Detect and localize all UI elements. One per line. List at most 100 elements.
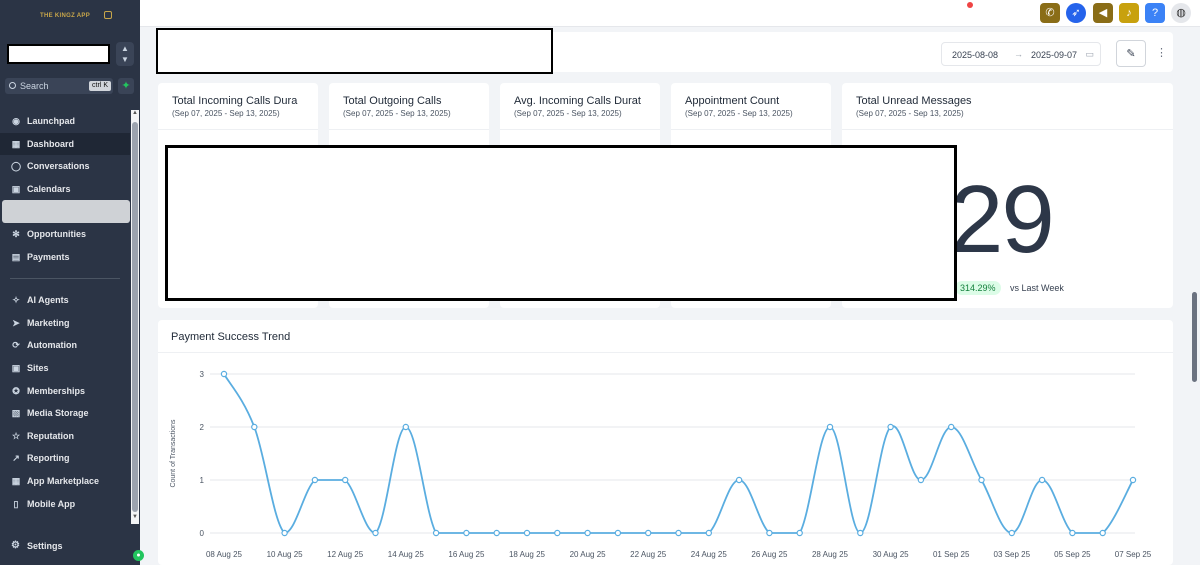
quick-action-icon[interactable]: ✦ xyxy=(118,78,134,94)
data-point xyxy=(705,529,713,537)
sidebar-item-settings[interactable]: ⚙ Settings xyxy=(0,535,130,557)
trend-label: vs Last Week xyxy=(1010,283,1064,293)
data-point xyxy=(584,529,591,537)
stat-range: (Sep 07, 2025 - Sep 13, 2025) xyxy=(514,109,622,118)
sidebar-item-calendars[interactable]: ▣ Calendars xyxy=(0,178,130,201)
date-range-picker[interactable]: 2025-08-08 → 2025-09-07 ▭ xyxy=(941,42,1101,66)
data-point xyxy=(614,529,622,537)
data-point xyxy=(463,529,470,537)
search-icon xyxy=(9,82,16,89)
data-point xyxy=(372,529,379,537)
arrow-right-icon: → xyxy=(1014,49,1023,59)
sidebar-item-label: Reputation xyxy=(27,430,74,441)
sites-icon: ▣ xyxy=(11,362,21,373)
page-scroll-thumb[interactable] xyxy=(1192,292,1197,382)
dashboard-title-redacted xyxy=(156,28,553,74)
x-tick-label: 07 Sep 25 xyxy=(1115,550,1152,559)
y-tick-label: 2 xyxy=(200,423,205,432)
notification-badge xyxy=(967,2,973,8)
sidebar-item-reputation[interactable]: ☆ Reputation xyxy=(0,425,130,448)
more-options-icon[interactable]: ⋮ xyxy=(1156,46,1167,59)
scroll-down-icon[interactable]: ▼ xyxy=(131,514,139,520)
date-start: 2025-08-08 xyxy=(952,50,999,60)
unread-messages-value: 29 xyxy=(950,166,1055,273)
data-point xyxy=(978,476,985,484)
data-point xyxy=(735,476,743,484)
divider xyxy=(158,129,318,130)
bell-icon[interactable]: ♪ xyxy=(1119,3,1139,23)
sidebar: THE KINGZ APP ▲ ▼ Search ctrl K ✦ ◉ Launch… xyxy=(0,0,140,565)
help-icon[interactable]: ? xyxy=(1145,3,1165,23)
trend-badge: 314.29% xyxy=(955,281,1001,295)
stat-range: (Sep 07, 2025 - Sep 13, 2025) xyxy=(172,109,280,118)
sidebar-item-label: Automation xyxy=(27,340,77,351)
megaphone-icon[interactable]: ◀ xyxy=(1093,3,1113,23)
stats-redacted-area xyxy=(165,145,957,301)
launchpad-icon: ◉ xyxy=(12,116,20,126)
data-point xyxy=(311,476,319,484)
sidebar-item-conversations[interactable]: ◯ Conversations xyxy=(0,155,130,178)
search-input[interactable]: Search ctrl K xyxy=(5,78,113,94)
divider xyxy=(329,129,489,130)
sidebar-item-label: Payments xyxy=(27,251,70,262)
reputation-icon: ☆ xyxy=(11,430,21,441)
status-dot-icon[interactable]: ● xyxy=(133,550,144,561)
x-tick-label: 24 Aug 25 xyxy=(691,550,728,559)
sidebar-item-label: Sites xyxy=(27,362,49,373)
sidebar-item-opportunities[interactable]: ✻ Opportunities xyxy=(0,223,130,246)
sidebar-item-label: AI Agents xyxy=(27,295,69,306)
sidebar-item-launchpad[interactable]: ◉ Launchpad xyxy=(0,110,130,133)
reporting-icon: ↗ xyxy=(12,453,20,464)
scroll-up-icon[interactable]: ▲ xyxy=(131,110,139,116)
pencil-icon: ✎ xyxy=(1126,48,1136,60)
x-tick-label: 20 Aug 25 xyxy=(570,550,607,559)
divider xyxy=(842,129,1173,130)
sidebar-item-marketing[interactable]: ➤ Marketing xyxy=(0,312,130,335)
data-point xyxy=(645,529,652,537)
data-point xyxy=(554,529,561,537)
media-storage-icon: ▧ xyxy=(11,408,21,419)
payments-icon: ▤ xyxy=(11,251,21,262)
y-axis-label: Count of Transactions xyxy=(170,419,177,488)
stat-title: Appointment Count xyxy=(685,95,780,107)
ai-agents-icon: ✧ xyxy=(12,295,20,306)
sidebar-item-reporting[interactable]: ↗ Reporting xyxy=(0,447,130,470)
stat-range: (Sep 07, 2025 - Sep 13, 2025) xyxy=(856,109,964,118)
avatar[interactable]: ◍ xyxy=(1171,3,1191,23)
x-tick-label: 26 Aug 25 xyxy=(751,550,788,559)
data-point xyxy=(251,423,258,431)
sidebar-divider xyxy=(10,278,120,280)
data-point xyxy=(493,529,500,537)
sidebar-item-label: Memberships xyxy=(27,385,86,396)
rocket-icon[interactable]: ➶ xyxy=(1066,3,1086,23)
sidebar-item-label: App Marketplace xyxy=(27,475,100,486)
x-tick-label: 03 Sep 25 xyxy=(994,550,1031,559)
sidebar-item-redacted[interactable] xyxy=(2,200,130,223)
data-point xyxy=(857,529,864,537)
data-point xyxy=(917,476,925,484)
sidebar-item-payments[interactable]: ▤ Payments xyxy=(0,246,130,269)
location-selector-redacted[interactable] xyxy=(7,44,110,64)
x-tick-label: 22 Aug 25 xyxy=(630,550,667,559)
sidebar-scroll-thumb[interactable] xyxy=(132,122,138,512)
edit-dashboard-button[interactable]: ✎ xyxy=(1116,40,1146,67)
sidebar-item-sites[interactable]: ▣ Sites xyxy=(0,357,130,380)
top-bar: ✆ ➶ ◀ ♪ ? ◍ xyxy=(140,0,1200,27)
sidebar-item-media-storage[interactable]: ▧ Media Storage xyxy=(0,402,130,425)
sidebar-item-app-marketplace[interactable]: ▦ App Marketplace xyxy=(0,470,130,493)
sidebar-item-memberships[interactable]: ✪ Memberships xyxy=(0,380,130,403)
data-point xyxy=(432,529,440,537)
data-point xyxy=(402,423,409,431)
sidebar-item-mobile-app[interactable]: ▯ Mobile App xyxy=(0,493,130,516)
sidebar-item-ai-agents[interactable]: ✧ AI Agents xyxy=(0,289,130,312)
sidebar-item-dashboard[interactable]: ▦ Dashboard xyxy=(0,132,130,156)
stat-title: Total Outgoing Calls xyxy=(343,95,442,107)
data-point xyxy=(1008,529,1016,537)
y-tick-label: 3 xyxy=(200,370,205,379)
data-point xyxy=(220,370,228,378)
sidebar-item-automation[interactable]: ⟳ Automation xyxy=(0,334,130,357)
updown-chevron-icon[interactable]: ▲ ▼ xyxy=(116,42,134,66)
stat-title: Avg. Incoming Calls Durat xyxy=(514,95,641,107)
stat-title: Total Incoming Calls Dura xyxy=(172,95,298,107)
phone-icon[interactable]: ✆ xyxy=(1040,3,1060,23)
